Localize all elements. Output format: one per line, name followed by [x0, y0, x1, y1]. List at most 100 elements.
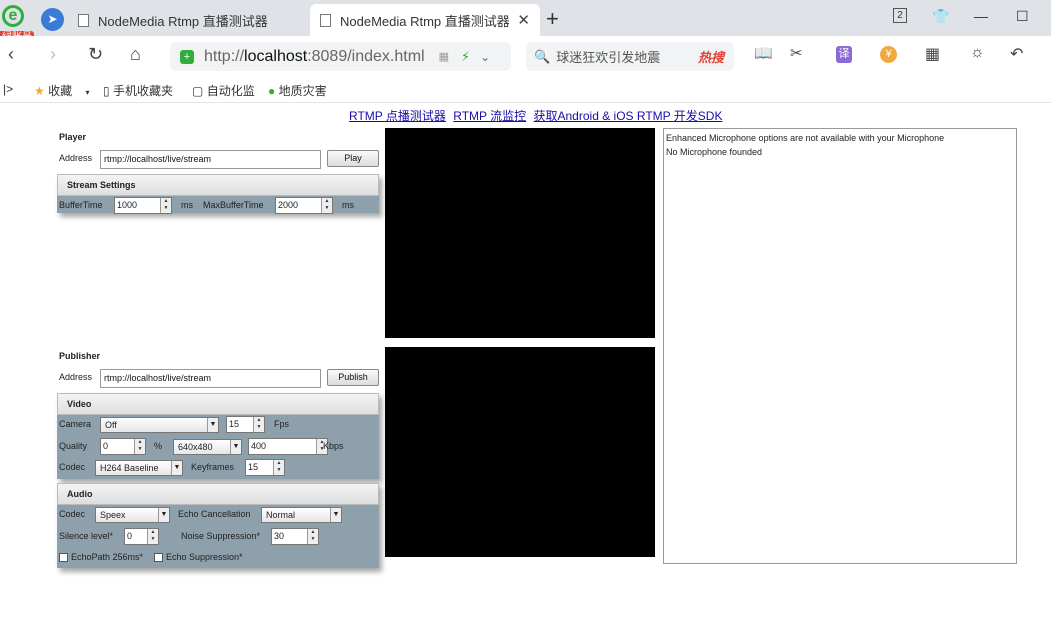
back-icon[interactable]: ‹ — [8, 44, 14, 65]
keyframes-stepper[interactable]: 15 ▲ ▼ — [245, 459, 285, 476]
publisher-address-label: Address — [59, 372, 93, 382]
dropdown-arrow-icon: ▾ — [85, 88, 90, 97]
player-title: Player — [59, 132, 87, 142]
fps-stepper[interactable]: 15 ▲ ▼ — [226, 416, 265, 433]
hot-search-label[interactable]: 热搜 — [698, 47, 724, 66]
bookmark-geo[interactable]: ● 地质灾害 — [268, 82, 327, 99]
navigate-icon[interactable]: ➤ — [41, 8, 64, 31]
stream-settings-header: Stream Settings — [57, 174, 379, 196]
echo-cancellation-label: Echo Cancellation — [178, 509, 251, 519]
ms-unit: ms — [181, 200, 193, 210]
audio-codec-label: Codec — [59, 509, 86, 519]
video-panel: Video Camera Off ▼ 15 ▲ ▼ Fps Quality 0 ▲ ▼ %… — [57, 393, 379, 479]
star-icon: ★ — [34, 84, 45, 98]
skin-icon[interactable]: 👕 — [932, 8, 949, 25]
player-address-input[interactable]: rtmp://localhost/live/stream — [100, 150, 321, 169]
bookmark-label: 手机收藏夹 — [112, 84, 173, 98]
buffer-time-stepper[interactable]: 1000 ▲ ▼ — [114, 197, 172, 214]
chevron-down-icon[interactable]: ⌄ — [480, 50, 490, 64]
phone-icon: ▯ — [103, 84, 110, 98]
forward-icon[interactable]: › — [50, 44, 56, 65]
url-rest: :8089/index.html — [307, 47, 425, 65]
stepper-value: 2000 — [278, 200, 299, 210]
select-value: H264 Baseline — [100, 463, 159, 473]
stream-monitor-link[interactable]: RTMP 流监控 — [453, 109, 526, 123]
tab-2-active[interactable]: NodeMedia Rtmp 直播测试器 ✕ — [310, 4, 540, 36]
chevron-down-icon: ▼ — [207, 418, 218, 432]
select-value: 640x480 — [178, 442, 213, 452]
stepper-arrows-icon[interactable]: ▲ ▼ — [134, 439, 145, 454]
echopath-checkbox[interactable] — [59, 553, 68, 562]
tab-1[interactable]: NodeMedia Rtmp 直播测试器 — [78, 4, 310, 36]
video-codec-select[interactable]: H264 Baseline ▼ — [95, 460, 183, 476]
echo-cancellation-select[interactable]: Normal ▼ — [261, 507, 342, 523]
resolution-select[interactable]: 640x480 ▼ — [173, 439, 242, 455]
keyframes-label: Keyframes — [191, 462, 235, 472]
max-buffer-time-stepper[interactable]: 2000 ▲ ▼ — [275, 197, 333, 214]
apps-grid-icon[interactable]: ▦ — [925, 44, 940, 64]
translate-icon[interactable]: 译 — [836, 46, 852, 63]
scissors-icon[interactable]: ✂ — [790, 44, 803, 62]
brightness-icon[interactable]: ☼ — [970, 44, 985, 62]
kbps-label: Kbps — [323, 441, 344, 451]
tab-title: NodeMedia Rtmp 直播测试器 — [98, 13, 268, 29]
home-icon[interactable]: ⌂ — [130, 44, 141, 65]
url-host: localhost — [244, 47, 308, 65]
stepper-arrows-icon[interactable]: ▲ ▼ — [160, 198, 171, 213]
select-value: Normal — [266, 510, 296, 520]
video-header: Video — [57, 393, 379, 415]
publisher-video[interactable] — [385, 347, 655, 557]
play-button[interactable]: Play — [327, 150, 379, 167]
quality-stepper[interactable]: 0 ▲ ▼ — [100, 438, 146, 455]
echo-suppression-checkbox[interactable] — [154, 553, 163, 562]
publisher-title: Publisher — [59, 351, 101, 361]
coupon-icon[interactable]: ¥ — [880, 46, 897, 63]
audio-codec-select[interactable]: Speex ▼ — [95, 507, 170, 523]
browser-logo-icon[interactable]: e — [2, 5, 24, 27]
log-line: No Microphone founded — [666, 147, 763, 157]
bookmark-favorites[interactable]: ★ 收藏 ▾ — [34, 82, 89, 99]
stepper-value: 15 — [229, 419, 240, 429]
stepper-arrows-icon[interactable]: ▲ ▼ — [321, 198, 332, 213]
undo-icon[interactable]: ↶ — [1010, 44, 1023, 64]
tab-count-icon[interactable]: 2 — [893, 8, 907, 23]
bookmark-label: 收藏 — [48, 84, 73, 98]
stepper-arrows-icon[interactable]: ▲ ▼ — [273, 460, 284, 475]
bitrate-stepper[interactable]: 400 ▲ ▼ — [248, 438, 328, 455]
address-bar[interactable]: + http://localhost:8089/index.html ▦ ⚡ ⌄ — [170, 42, 511, 71]
stepper-arrows-icon[interactable]: ▲ ▼ — [147, 529, 158, 544]
close-tab-icon[interactable]: ✕ — [517, 11, 530, 29]
silence-level-stepper[interactable]: 0 ▲ ▼ — [124, 528, 159, 545]
secure-shield-icon: + — [180, 49, 194, 64]
sidebar-toggle-icon[interactable]: |> — [3, 82, 13, 96]
camera-select[interactable]: Off ▼ — [100, 417, 219, 433]
chevron-down-icon: ▼ — [230, 440, 241, 454]
sdk-link[interactable]: 获取Android & iOS RTMP 开发SDK — [534, 109, 723, 123]
new-tab-icon[interactable]: + — [546, 6, 559, 32]
stepper-arrows-icon[interactable]: ▲ ▼ — [307, 529, 318, 544]
stepper-value: 0 — [103, 441, 109, 451]
minimize-icon[interactable]: — — [974, 8, 988, 24]
bookmark-automation[interactable]: ▢ 自动化监 — [192, 82, 255, 99]
publish-button[interactable]: Publish — [327, 369, 379, 386]
search-placeholder: 球迷狂欢引发地震 — [556, 50, 661, 65]
lightning-icon[interactable]: ⚡ — [461, 49, 470, 65]
noise-suppression-stepper[interactable]: 30 ▲ ▼ — [271, 528, 319, 545]
stepper-value: 0 — [127, 531, 133, 541]
qr-code-icon[interactable]: ▦ — [439, 50, 449, 63]
reload-icon[interactable]: ↻ — [88, 44, 103, 65]
vod-tester-link[interactable]: RTMP 点播测试器 — [349, 109, 446, 123]
page-icon — [320, 13, 331, 27]
silence-level-label: Silence level* — [59, 531, 114, 541]
bookmark-mobile[interactable]: ▯ 手机收藏夹 — [103, 82, 173, 99]
publisher-address-input[interactable]: rtmp://localhost/live/stream — [100, 369, 321, 388]
audio-panel: Audio Codec Speex ▼ Echo Cancellation Nor… — [57, 483, 379, 568]
noise-suppression-label: Noise Suppression* — [181, 531, 261, 541]
echopath-label: EchoPath 256ms* — [71, 552, 144, 562]
player-video[interactable] — [385, 128, 655, 338]
quality-label: Quality — [59, 441, 88, 451]
search-box[interactable]: 🔍 球迷狂欢引发地震 热搜 — [526, 42, 734, 71]
maximize-icon[interactable]: ☐ — [1016, 8, 1029, 25]
reader-icon[interactable]: 📖 — [754, 44, 773, 62]
stepper-arrows-icon[interactable]: ▲ ▼ — [253, 417, 264, 432]
